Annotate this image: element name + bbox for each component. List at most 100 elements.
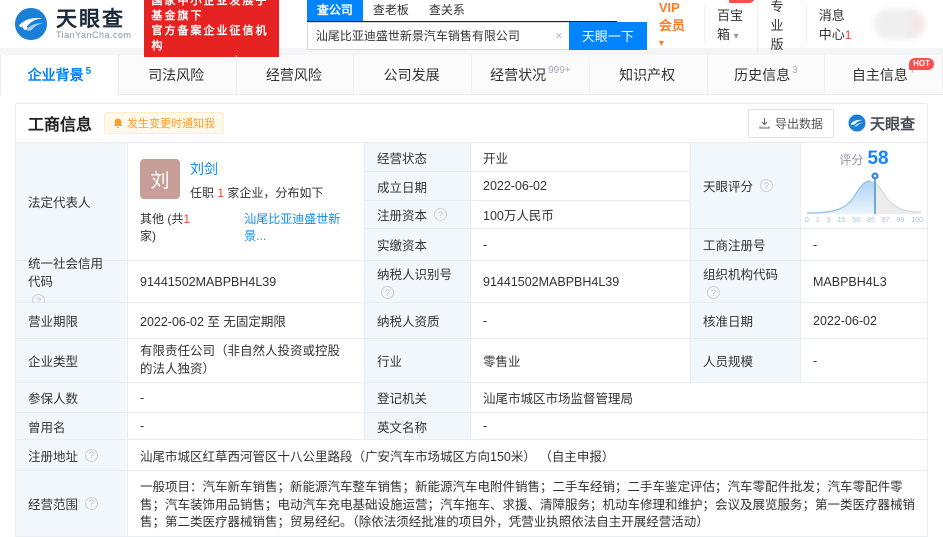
tab-operating-risk[interactable]: 经营风险 — [237, 55, 355, 94]
staff-size-value: - — [801, 339, 927, 383]
search-tab-boss[interactable]: 查老板 — [363, 0, 419, 21]
hot-badge: HOT — [729, 0, 756, 3]
tianyancha-watermark: 天眼查 — [848, 113, 915, 134]
registered-address-label: 注册地址? — [16, 440, 128, 471]
business-term-value: 2022-06-02 至 无固定期限 — [128, 303, 365, 339]
english-name-label: 英文名称 — [365, 413, 471, 440]
business-scope-value: 一般项目：汽车新车销售；新能源汽车整车销售；新能源汽车电附件销售；二手车经销；二… — [128, 471, 927, 537]
search-tab-relation[interactable]: 查关系 — [419, 0, 475, 21]
registered-address-value: 汕尾市城区红草西河管区十八公里路段（广安汽车市场城区方向150米） （自主申报） — [128, 440, 927, 471]
score-distribution-chart — [805, 170, 923, 216]
established-date-label: 成立日期 — [365, 172, 471, 201]
insured-count-value: - — [128, 383, 365, 413]
top-nav: VIP会员 ▾ HOT 百宝箱 ▾ 专业版 消息中心1 — [647, 0, 925, 53]
bell-icon — [113, 118, 123, 129]
registered-capital-label: 注册资本? — [365, 201, 471, 229]
org-code-label: 组织机构代码? — [691, 261, 801, 303]
tyc-score-chart[interactable]: 评分58 0131550859799100 — [801, 143, 927, 229]
company-type-label: 企业类型 — [16, 339, 128, 383]
help-icon[interactable]: ? — [760, 179, 773, 192]
help-icon[interactable]: ? — [707, 286, 720, 299]
legal-rep-company-link[interactable]: 汕尾比亚迪盛世新景... — [244, 210, 352, 244]
export-data-button[interactable]: 导出数据 — [748, 109, 834, 138]
uscc-label: 统一社会信用代码? — [16, 261, 128, 303]
tab-judicial-risk[interactable]: 司法风险 — [119, 55, 237, 94]
taxpayer-id-value: 91441502MABPBH4L39 — [471, 261, 691, 303]
toolbox-menu[interactable]: HOT 百宝箱 ▾ — [704, 5, 757, 43]
taxpayer-qualification-label: 纳税人资质 — [365, 303, 471, 339]
business-info-card: 工商信息 发生变更时通知我 导出数据 — [15, 103, 928, 537]
former-name-value: - — [128, 413, 365, 440]
tab-company-background[interactable]: 企业背景5 — [0, 55, 119, 95]
insured-count-label: 参保人数 — [16, 383, 128, 413]
search-tab-company[interactable]: 查公司 — [307, 0, 363, 21]
site-header: 天眼查 TianYanCha.com 国家中小企业发展子基金旗下 官方备案企业征… — [0, 0, 943, 48]
pro-version-link[interactable]: 专业版 — [757, 0, 805, 53]
legal-rep-tenure: 任职 1 家企业，分布如下 — [190, 184, 323, 201]
tab-history-info[interactable]: 历史信息3 — [708, 55, 826, 94]
company-type-value: 有限责任公司（非自然人投资或控股的法人独资） — [128, 339, 365, 383]
taxpayer-id-label: 纳税人识别号? — [365, 261, 471, 303]
registered-capital-value: 100万人民币 — [471, 201, 691, 229]
legal-rep-label: 法定代表人 — [16, 143, 128, 261]
paid-in-capital-label: 实缴资本 — [365, 229, 471, 261]
section-title: 工商信息 — [28, 111, 92, 135]
paid-in-capital-value: - — [471, 229, 691, 261]
industry-value: 零售业 — [471, 339, 691, 383]
hot-badge: HOT — [909, 58, 934, 70]
brand-name: 天眼查 — [56, 9, 132, 30]
tab-company-development[interactable]: 公司发展 — [354, 55, 472, 94]
legal-rep-group: 其他 (共1家) — [140, 210, 200, 244]
legal-rep-name-link[interactable]: 刘剑 — [190, 159, 323, 179]
help-icon[interactable]: ? — [434, 208, 447, 221]
user-avatar[interactable] — [874, 9, 925, 39]
search-zone: 查公司 查老板 查关系 × 天眼一下 — [307, 0, 647, 50]
brand-domain: TianYanCha.com — [56, 30, 132, 40]
industry-label: 行业 — [365, 339, 471, 383]
legal-rep-value: 刘 刘剑 任职 1 家企业，分布如下 其他 (共1家) 汕尾比亚迪盛世新景... — [128, 143, 365, 261]
uscc-value: 91441502MABPBH4L39 — [128, 261, 365, 303]
tab-intellectual-property[interactable]: 知识产权 — [590, 55, 708, 94]
business-scope-label: 经营范围? — [16, 471, 128, 537]
approval-date-value: 2022-06-02 — [801, 303, 927, 339]
tab-self-published-info[interactable]: HOT 自主信息7 — [825, 55, 943, 94]
download-icon — [759, 118, 770, 129]
avatar[interactable]: 刘 — [140, 159, 180, 199]
help-icon[interactable]: ? — [85, 449, 98, 462]
message-center-link[interactable]: 消息中心1 — [806, 5, 866, 43]
search-input[interactable] — [307, 22, 569, 50]
staff-size-label: 人员规模 — [691, 339, 801, 383]
taxpayer-qualification-value: - — [471, 303, 691, 339]
company-section-tabs: 企业背景5 司法风险 经营风险 公司发展 经营状况999+ 知识产权 历史信息3… — [0, 55, 943, 95]
chevron-down-icon: ▾ — [659, 38, 664, 49]
notify-on-change-button[interactable]: 发生变更时通知我 — [104, 112, 224, 134]
search-button[interactable]: 天眼一下 — [569, 22, 647, 50]
score-title: 评分58 — [839, 148, 888, 170]
chevron-down-icon: ▾ — [734, 31, 739, 42]
vip-menu[interactable]: VIP会员 ▾ — [647, 0, 704, 49]
official-badge: 国家中小企业发展子基金旗下 官方备案企业征信机构 — [144, 0, 279, 57]
approval-date-label: 核准日期 — [691, 303, 801, 339]
business-term-label: 营业期限 — [16, 303, 128, 339]
business-status-label: 经营状态 — [365, 143, 471, 172]
established-date-value: 2022-06-02 — [471, 172, 691, 201]
registration-authority-value: 汕尾市城区市场监督管理局 — [471, 383, 927, 413]
search-tabs: 查公司 查老板 查关系 — [307, 0, 617, 22]
tab-operating-status[interactable]: 经营状况999+ — [472, 55, 590, 94]
registration-authority-label: 登记机关 — [365, 383, 471, 413]
registration-no-label: 工商注册号 — [691, 229, 801, 261]
clear-icon[interactable]: × — [555, 28, 563, 43]
registration-no-value: - — [801, 229, 927, 261]
business-status-value: 开业 — [471, 143, 691, 172]
org-code-value: MABPBH4L3 — [801, 261, 927, 303]
tianyancha-logo[interactable]: 天眼查 TianYanCha.com — [14, 7, 132, 41]
message-count: 1 — [845, 28, 852, 42]
english-name-value: - — [471, 413, 927, 440]
former-name-label: 曾用名 — [16, 413, 128, 440]
help-icon[interactable]: ? — [85, 497, 98, 510]
score-axis-ticks: 0131550859799100 — [805, 217, 923, 224]
tianyancha-logo-icon — [848, 114, 866, 132]
tyc-score-label: 天眼评分? — [691, 143, 801, 229]
tianyancha-logo-icon — [14, 7, 48, 41]
help-icon[interactable]: ? — [381, 286, 394, 299]
